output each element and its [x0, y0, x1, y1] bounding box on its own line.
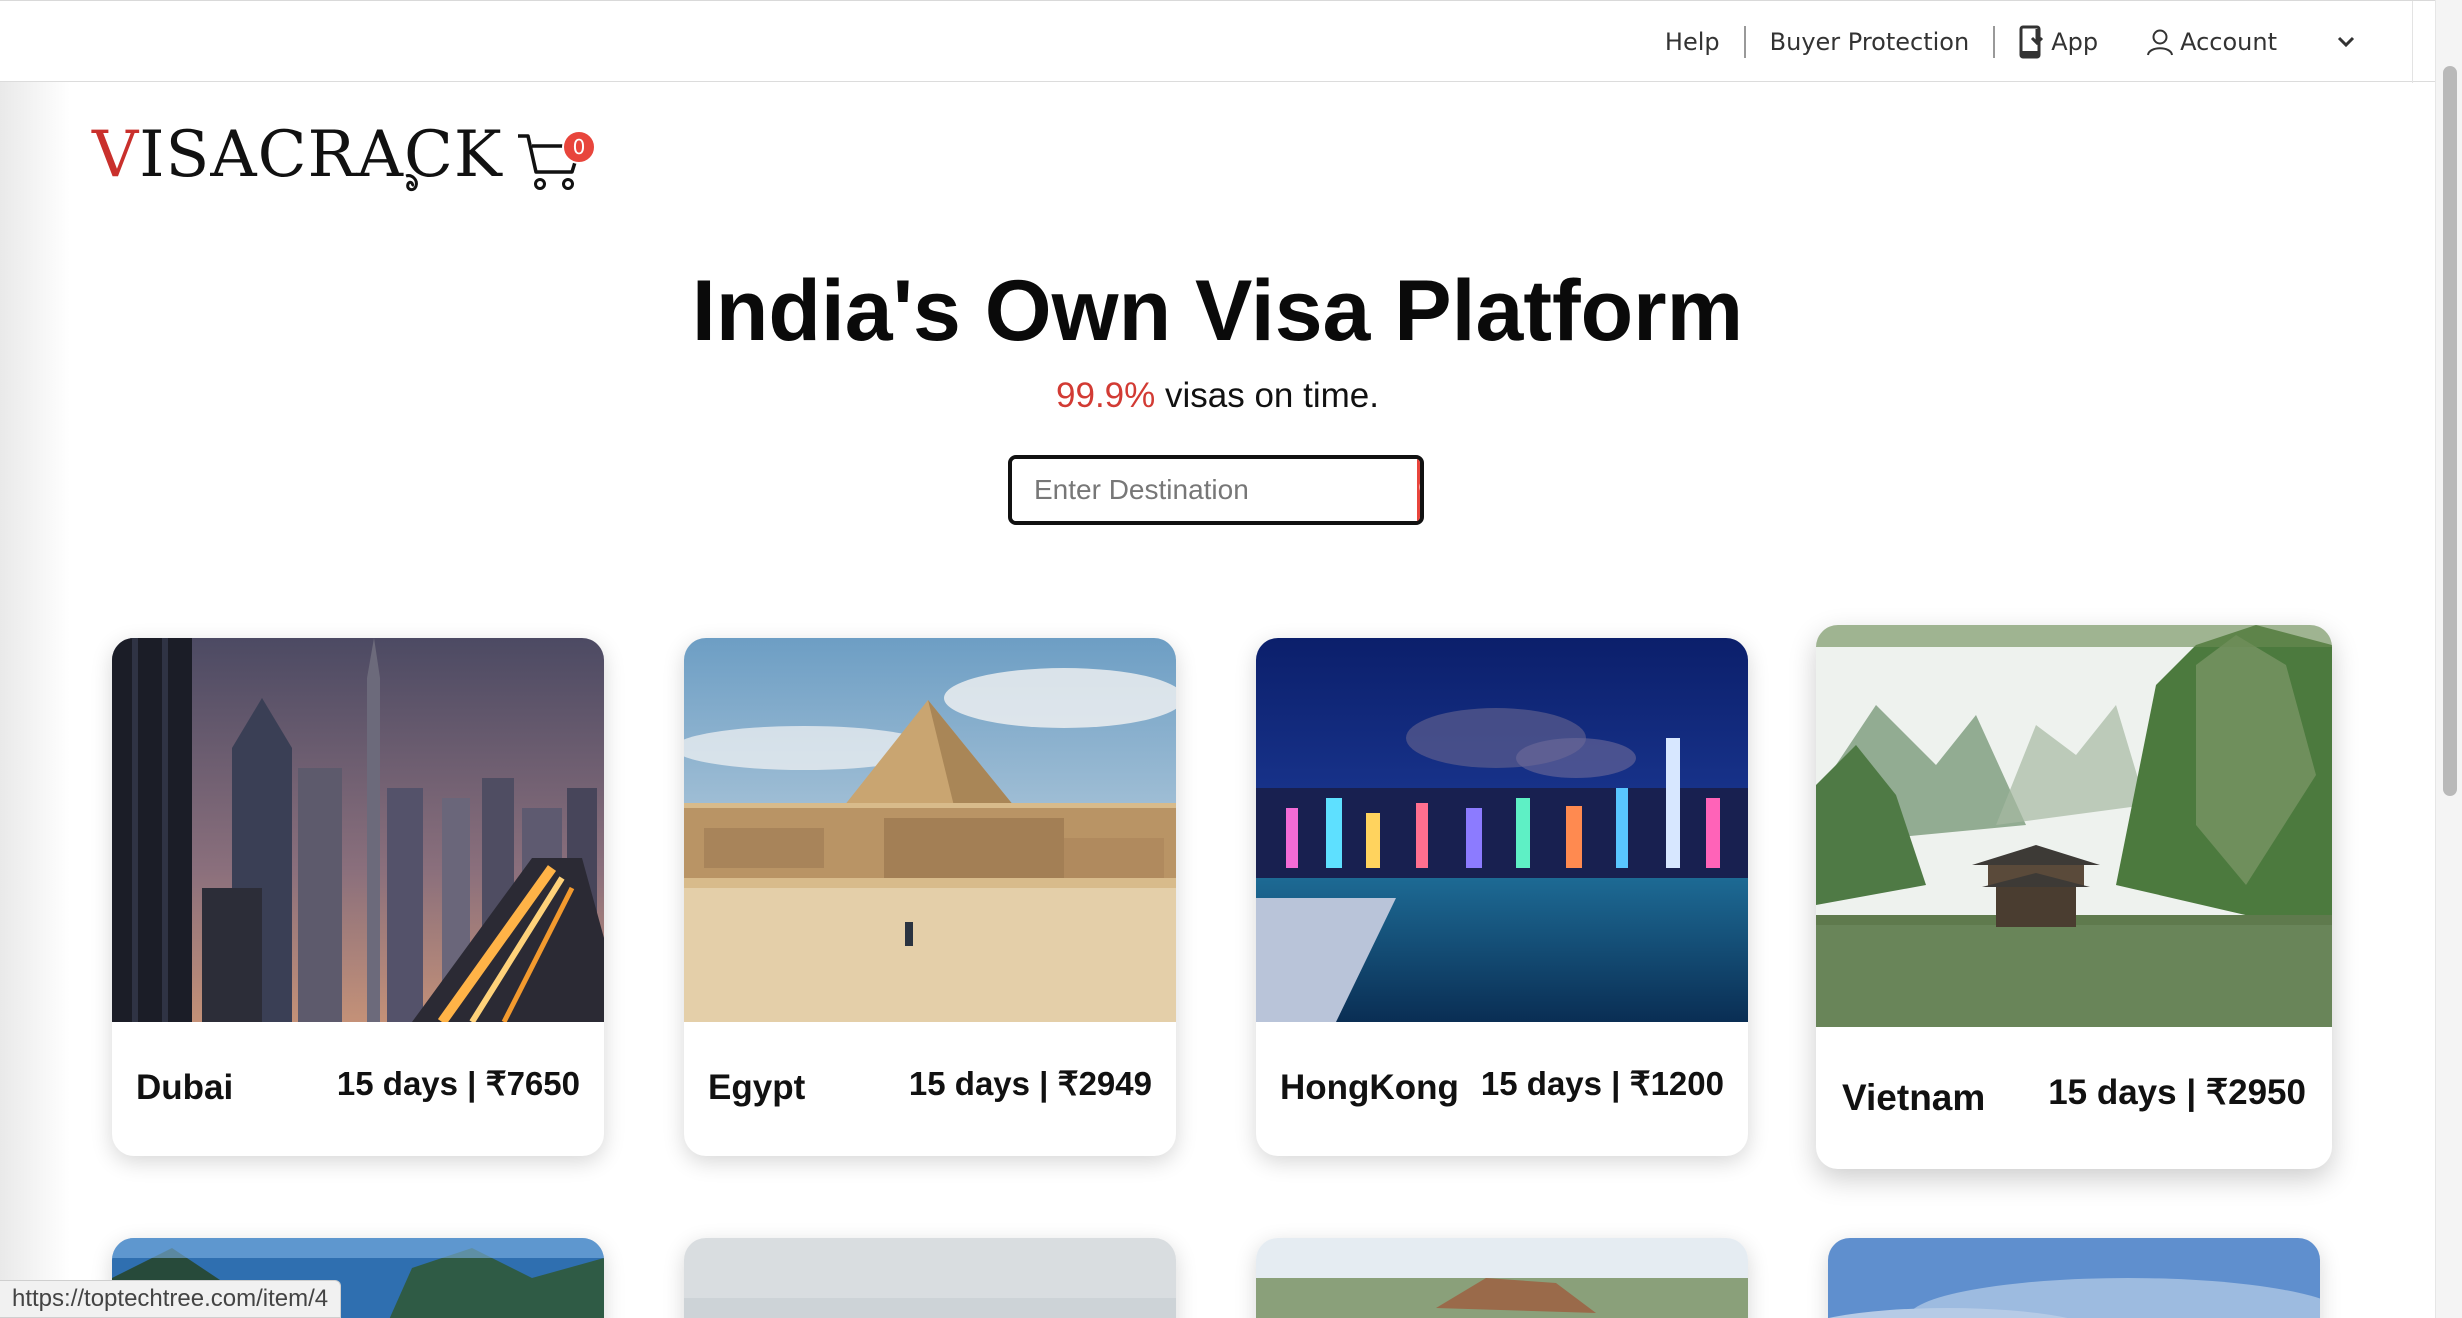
destination-name: HongKong [1280, 1068, 1459, 1107]
destination-card-row2-3[interactable] [1256, 1238, 1748, 1318]
page: Help Buyer Protection App Account VISACR… [0, 0, 2462, 1318]
destination-name: Egypt [708, 1068, 806, 1107]
top-bar: Help Buyer Protection App Account [0, 0, 2435, 83]
destination-price: 15 days | ₹2950 [2048, 1073, 2306, 1112]
on-time-rate: 99.9% [1056, 376, 1156, 415]
logo-swirl-icon [405, 174, 418, 192]
destination-card-vietnam[interactable]: Vietnam 15 days | ₹2950 [1816, 625, 2332, 1169]
destination-card-hongkong[interactable]: HongKong 15 days | ₹1200 [1256, 638, 1748, 1156]
scrollbar-thumb[interactable] [2443, 66, 2457, 796]
destination-name: Dubai [136, 1068, 234, 1107]
buyer-protection-link[interactable]: Buyer Protection [1746, 28, 1994, 56]
account-label: Account [2180, 28, 2277, 56]
destination-price: 15 days | ₹7650 [336, 1065, 580, 1102]
hongkong-image [1256, 638, 1748, 1022]
search-icon [1419, 483, 1420, 491]
cart-count-badge: 0 [562, 130, 596, 164]
status-url: https://toptechtree.com/item/4 [0, 1280, 342, 1318]
destination-search-input[interactable] [1012, 459, 1417, 521]
subtitle-text: visas on time. [1155, 376, 1379, 415]
account-menu[interactable]: Account [2122, 28, 2385, 56]
vietnam-image [1816, 625, 2332, 1027]
search-box [1008, 455, 1424, 525]
destination-card-dubai[interactable]: Dubai 15 days | ₹7650 [112, 638, 604, 1156]
user-icon [2147, 29, 2174, 56]
app-link[interactable]: App [1995, 25, 2122, 59]
dubai-image [112, 638, 604, 1022]
destination-card-egypt[interactable]: Egypt 15 days | ₹2949 [684, 638, 1176, 1156]
egypt-image [684, 638, 1176, 1022]
search-button[interactable] [1417, 459, 1420, 521]
destination-name: Vietnam [1842, 1077, 1986, 1118]
destination-price: 15 days | ₹1200 [1480, 1065, 1724, 1102]
hero-subtitle: 99.9% visas on time. [0, 376, 2435, 416]
destination-card-row2-2[interactable] [684, 1238, 1176, 1318]
help-link[interactable]: Help [1641, 28, 1744, 56]
page-scrollbar[interactable] [2435, 0, 2462, 1318]
page-title: India's Own Visa Platform [691, 263, 1744, 359]
left-shade [0, 0, 70, 1318]
logo[interactable]: VISACRACK [92, 118, 503, 192]
logo-rest: ISACRACK [139, 118, 503, 192]
destination-card-row2-4[interactable] [1828, 1238, 2320, 1318]
destination-price: 15 days | ₹2949 [908, 1065, 1152, 1102]
fortress-image [1256, 1238, 1748, 1318]
download-app-icon [2019, 25, 2044, 59]
logo-first-letter: V [92, 118, 140, 192]
city-haze-image [684, 1238, 1176, 1318]
top-nav: Help Buyer Protection App Account [1641, 1, 2413, 83]
app-label: App [2051, 28, 2099, 56]
sky-image [1828, 1238, 2320, 1318]
divider [2412, 1, 2413, 83]
chevron-down-icon[interactable] [2337, 36, 2355, 48]
